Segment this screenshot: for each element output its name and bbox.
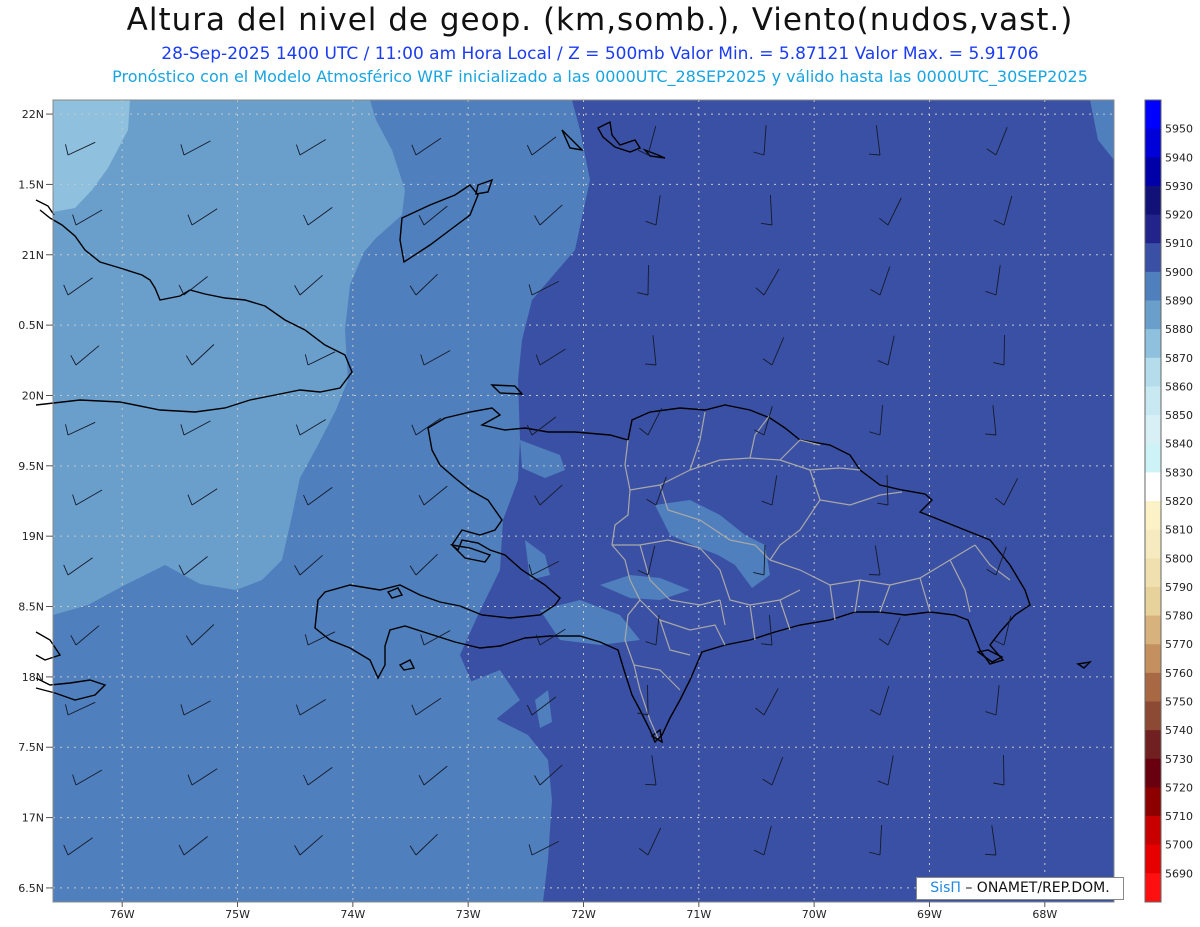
colorbar-swatch — [1145, 300, 1161, 330]
colorbar-swatch — [1145, 243, 1161, 273]
colorbar-swatch — [1145, 157, 1161, 187]
colorbar-label: 5750 — [1165, 696, 1193, 709]
colorbar-swatch — [1145, 415, 1161, 445]
colorbar-label: 5820 — [1165, 495, 1193, 508]
colorbar-label: 5880 — [1165, 323, 1193, 336]
longitude-tick-label: 70W — [802, 908, 827, 921]
colorbar-swatch — [1145, 386, 1161, 416]
colorbar-label: 5850 — [1165, 409, 1193, 422]
colorbar-label: 5730 — [1165, 753, 1193, 766]
weather-map: 22N 1.5N 21N 0.5N 20N 9.5N 19N 8.5N 18N 7.5N 17N 6.… — [18, 99, 1193, 921]
colorbar-swatch — [1145, 501, 1161, 531]
latitude-tick-label: 6.5N — [18, 882, 44, 895]
longitude-tick-label: 71W — [686, 908, 711, 921]
colorbar-swatch — [1145, 844, 1161, 874]
colorbar-label: 5710 — [1165, 810, 1193, 823]
latitude-tick-label: 21N — [22, 249, 44, 262]
colorbar-swatch — [1145, 730, 1161, 760]
colorbar-swatch — [1145, 586, 1161, 617]
colorbar-label: 5780 — [1165, 610, 1193, 623]
organization-text: – ONAMET/REP.DOM. — [960, 880, 1110, 896]
colorbar-swatch — [1145, 443, 1161, 473]
colorbar-swatch — [1145, 758, 1161, 788]
colorbar-swatch — [1145, 644, 1161, 674]
latitude-tick-label: 18N — [22, 671, 44, 684]
latitude-tick-label: 7.5N — [18, 741, 44, 754]
colorbar-swatch — [1145, 100, 1161, 130]
latitude-tick-label: 17N — [22, 812, 44, 825]
longitude-tick-label: 74W — [340, 908, 365, 921]
colorbar-label: 5840 — [1165, 438, 1193, 451]
valid-time-subtitle: 28-Sep-2025 1400 UTC / 11:00 am Hora Loc… — [161, 44, 1039, 64]
cuba-east-tip — [35, 199, 55, 216]
colorbar-swatch — [1145, 787, 1161, 817]
longitude-tick-label: 73W — [456, 908, 481, 921]
longitude-tick-label: 75W — [225, 908, 250, 921]
colorbar-swatch — [1145, 128, 1161, 158]
colorbar-label: 5760 — [1165, 667, 1193, 680]
colorbar-swatch — [1145, 816, 1161, 846]
latitude-tick-label: 9.5N — [18, 460, 44, 473]
latitude-axis: 22N 1.5N 21N 0.5N 20N 9.5N 19N 8.5N 18N 7.5N 17N 6.… — [18, 108, 53, 895]
colorbar-swatch — [1145, 558, 1161, 588]
colorbar-swatch — [1145, 615, 1161, 645]
colorbar-swatch — [1145, 185, 1161, 216]
colorbar-label: 5950 — [1165, 123, 1193, 136]
colorbar-label: 5790 — [1165, 581, 1193, 594]
colorbar-swatch — [1145, 329, 1161, 359]
colorbar-swatch — [1145, 873, 1161, 903]
sisp-logo-text: SisΠ — [930, 880, 961, 896]
latitude-tick-label: 20N — [22, 389, 44, 402]
colorbar-label: 5720 — [1165, 781, 1193, 794]
colorbar-label: 5830 — [1165, 466, 1193, 479]
colorbar-label: 5700 — [1165, 839, 1193, 852]
map-title: Altura del nivel de geop. (km,somb.), Vi… — [126, 2, 1074, 38]
latitude-tick-label: 22N — [22, 108, 44, 121]
colorbar-label: 5890 — [1165, 295, 1193, 308]
colorbar-swatch — [1145, 357, 1161, 387]
colorbar-label: 5860 — [1165, 380, 1193, 393]
latitude-tick-label: 1.5N — [18, 178, 44, 191]
longitude-tick-label: 69W — [917, 908, 942, 921]
latitude-tick-label: 19N — [22, 530, 44, 543]
colorbar-swatch — [1145, 672, 1161, 702]
colorbar-label: 5900 — [1165, 266, 1193, 279]
colorbar-swatch — [1145, 214, 1161, 244]
colorbar-label: 5690 — [1165, 867, 1193, 880]
colorbar-swatch — [1145, 271, 1161, 301]
colorbar-label: 5870 — [1165, 352, 1193, 365]
credit-box: SisΠ – ONAMET/REP.DOM. — [916, 877, 1124, 900]
colorbar-swatch — [1145, 472, 1161, 502]
latitude-tick-label: 8.5N — [18, 601, 44, 614]
colorbar-swatch — [1145, 529, 1161, 559]
longitude-axis: 76W 75W 74W 73W 72W 71W 70W 69W 68W — [110, 902, 1057, 921]
latitude-tick-label: 0.5N — [18, 319, 44, 332]
longitude-tick-label: 72W — [571, 908, 596, 921]
colorbar: 5950 5940 5930 5920 5910 5900 5890 5880 5870 5860… — [1144, 99, 1193, 903]
colorbar-label: 5940 — [1165, 151, 1193, 164]
colorbar-label: 5910 — [1165, 237, 1193, 250]
colorbar-label: 5740 — [1165, 724, 1193, 737]
longitude-tick-label: 76W — [110, 908, 135, 921]
model-info-subtitle: Pronóstico con el Modelo Atmosférico WRF… — [112, 67, 1088, 86]
colorbar-label: 5930 — [1165, 180, 1193, 193]
colorbar-label: 5800 — [1165, 552, 1193, 565]
colorbar-label: 5770 — [1165, 638, 1193, 651]
colorbar-swatch — [1145, 701, 1161, 731]
colorbar-label: 5810 — [1165, 524, 1193, 537]
longitude-tick-label: 68W — [1032, 908, 1057, 921]
colorbar-label: 5920 — [1165, 209, 1193, 222]
